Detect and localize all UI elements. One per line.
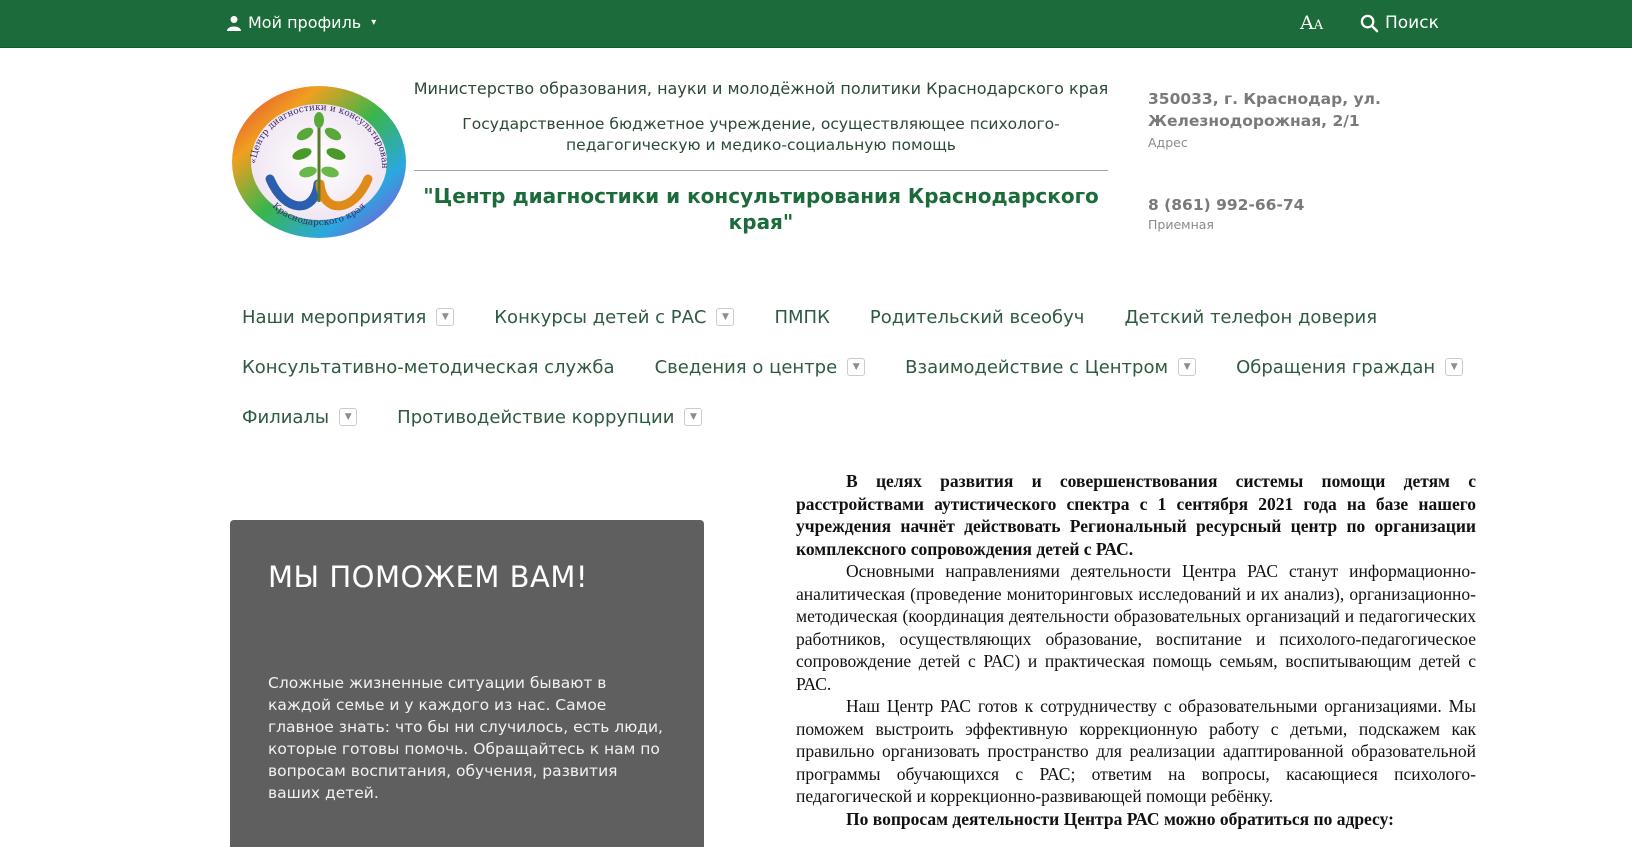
header-divider: [414, 170, 1108, 171]
nav-row-3: Филиалы ▼ Противодействие коррупции ▼: [242, 392, 1442, 442]
nav-item-helpline[interactable]: Детский телефон доверия: [1124, 307, 1377, 328]
nav-item-label: Детский телефон доверия: [1124, 306, 1378, 328]
chevron-down-icon[interactable]: ▼: [339, 408, 358, 426]
chevron-down-icon[interactable]: ▼: [684, 408, 703, 426]
nav-item-pmpk[interactable]: ПМПК: [774, 307, 829, 328]
nav-item-anticorruption[interactable]: Противодействие коррупции ▼: [397, 406, 703, 428]
top-bar: Мой профиль ▾ AA Поиск: [0, 0, 1632, 48]
search-icon: [1360, 14, 1379, 32]
nav-item-label: Родительский всеобуч: [869, 306, 1085, 328]
main-navigation: Наши мероприятия ▼ Конкурсы детей с РАС ▼ …: [242, 292, 1464, 442]
nav-item-events[interactable]: Наши мероприятия ▼: [242, 306, 455, 328]
font-size-big-letter: A: [1300, 12, 1314, 34]
nav-item-label: Конкурсы детей с РАС: [494, 306, 707, 328]
doc-paragraph: В целях развития и совершенствования сис…: [796, 471, 1476, 559]
help-card-text: Сложные жизненные ситуации бывают в кажд…: [268, 674, 663, 802]
nav-item-label: Противодействие коррупции: [397, 406, 675, 428]
help-card: МЫ ПОМОЖЕМ ВАМ! Сложные жизненные ситуац…: [230, 520, 704, 847]
chevron-down-icon[interactable]: ▼: [436, 308, 455, 326]
doc-paragraph: Наш Центр РАС готов к сотрудничеству с о…: [796, 696, 1476, 806]
nav-item-label: Сведения о центре: [654, 356, 838, 378]
phone-caption: Приемная: [1148, 217, 1214, 232]
nav-item-label: Наши мероприятия: [242, 306, 427, 328]
organization-header: Министерство образования, науки и молодё…: [412, 78, 1110, 235]
nav-row-2: Консультативно-методическая служба Сведе…: [242, 342, 1464, 392]
nav-item-label: Консультативно-методическая служба: [242, 356, 615, 378]
doc-paragraph: По вопросам деятельности Центра РАС можн…: [846, 808, 1394, 829]
nav-item-contests[interactable]: Конкурсы детей с РАС ▼: [494, 306, 735, 328]
font-size-toggle[interactable]: AA: [1300, 12, 1323, 34]
search-button[interactable]: Поиск: [1360, 13, 1439, 33]
address-caption: Адрес: [1148, 135, 1188, 150]
nav-item-label: Взаимодействие с Центром: [905, 356, 1169, 378]
center-name[interactable]: "Центр диагностики и консультирования Кр…: [412, 183, 1110, 235]
chevron-down-icon[interactable]: ▼: [847, 358, 866, 376]
nav-row-1: Наши мероприятия ▼ Конкурсы детей с РАС ▼ …: [242, 292, 1442, 342]
search-label: Поиск: [1385, 13, 1439, 33]
nav-item-consulting[interactable]: Консультативно-методическая служба: [242, 357, 615, 378]
doc-paragraph: Основными направлениями деятельности Цен…: [796, 561, 1476, 694]
contacts: 350033, г. Краснодар, ул. Железнодорожна…: [1148, 88, 1408, 232]
my-profile-menu[interactable]: Мой профиль ▾: [226, 13, 376, 32]
ministry-name: Министерство образования, науки и молодё…: [413, 79, 1109, 98]
font-size-small-letter: A: [1313, 18, 1324, 33]
nav-item-parents[interactable]: Родительский всеобуч: [870, 307, 1085, 328]
nav-item-cooperation[interactable]: Взаимодействие с Центром ▼: [905, 356, 1197, 378]
help-card-title: МЫ ПОМОЖЕМ ВАМ!: [268, 560, 588, 594]
my-profile-label: Мой профиль: [248, 13, 362, 32]
nav-item-label: Филиалы: [242, 406, 330, 428]
phone[interactable]: 8 (861) 992-66-74: [1148, 196, 1408, 214]
chevron-down-icon[interactable]: ▼: [1178, 358, 1197, 376]
user-icon: [227, 15, 241, 31]
document-text: В целях развития и совершенствования сис…: [796, 470, 1476, 830]
nav-item-appeals[interactable]: Обращения граждан ▼: [1236, 356, 1464, 378]
chevron-down-icon[interactable]: ▼: [716, 308, 735, 326]
address: 350033, г. Краснодар, ул. Железнодорожна…: [1148, 90, 1381, 130]
nav-item-about[interactable]: Сведения о центре ▼: [655, 357, 866, 378]
organization-logo[interactable]: ГБУ «Центр диагностики и консультировани…: [230, 84, 408, 240]
nav-item-branches[interactable]: Филиалы ▼: [242, 406, 358, 428]
nav-item-label: Обращения граждан: [1236, 356, 1436, 378]
institution-name: Государственное бюджетное учреждение, ос…: [462, 115, 1060, 154]
chevron-down-icon: ▾: [371, 17, 377, 28]
nav-item-label: ПМПК: [774, 306, 830, 328]
chevron-down-icon[interactable]: ▼: [1445, 358, 1464, 376]
